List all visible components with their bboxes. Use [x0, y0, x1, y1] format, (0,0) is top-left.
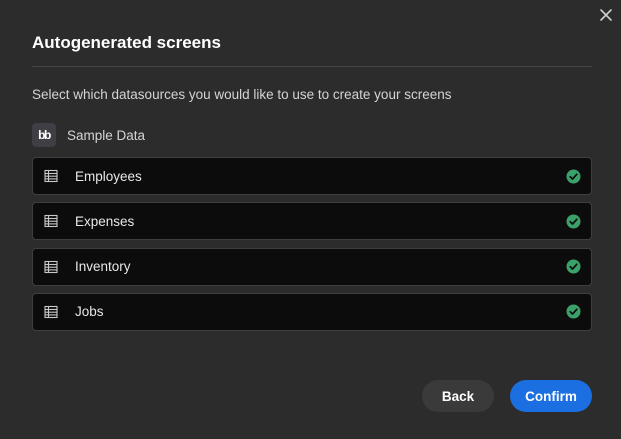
- check-circle-icon: [566, 169, 581, 184]
- table-row-inventory[interactable]: Inventory: [32, 247, 592, 286]
- datasource-label: Sample Data: [67, 127, 146, 143]
- confirm-button[interactable]: Confirm: [510, 380, 592, 412]
- table-row-label: Employees: [75, 168, 142, 184]
- budibase-logo-icon: bb: [32, 123, 56, 147]
- divider: [32, 66, 592, 67]
- close-icon: [600, 9, 612, 21]
- table-row-employees[interactable]: Employees: [32, 157, 592, 195]
- table-row-jobs[interactable]: Jobs: [32, 292, 592, 331]
- back-button[interactable]: Back: [422, 380, 494, 412]
- table-list: Employees Expenses Inventory Jobs: [32, 157, 592, 338]
- datasource-header: bb Sample Data: [32, 123, 145, 147]
- modal-subtitle: Select which datasources you would like …: [32, 87, 452, 102]
- modal-title: Autogenerated screens: [32, 33, 221, 52]
- table-icon: [44, 305, 58, 319]
- table-icon: [44, 260, 58, 274]
- check-circle-icon: [566, 259, 581, 274]
- table-row-label: Jobs: [75, 304, 104, 320]
- check-circle-icon: [566, 214, 581, 229]
- table-row-expenses[interactable]: Expenses: [32, 202, 592, 241]
- close-button[interactable]: [597, 6, 615, 24]
- table-icon: [44, 169, 58, 183]
- table-row-label: Expenses: [75, 213, 135, 229]
- table-icon: [44, 214, 58, 228]
- check-circle-icon: [566, 304, 581, 319]
- table-row-label: Inventory: [75, 259, 131, 275]
